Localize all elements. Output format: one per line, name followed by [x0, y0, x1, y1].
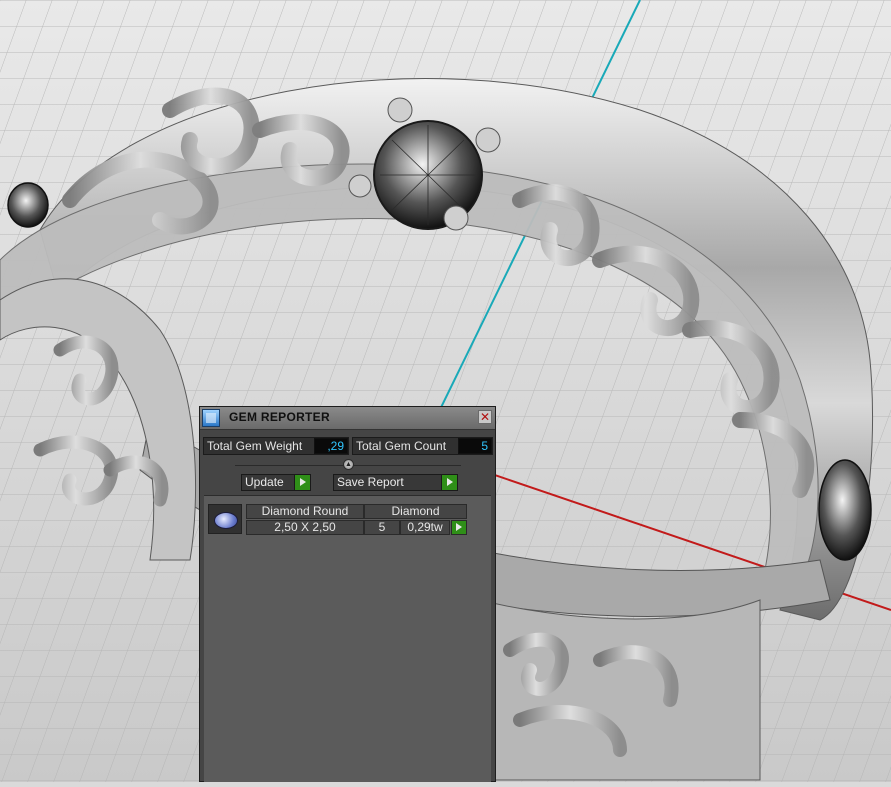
list-item[interactable]: Diamond Round Diamond 2,50 X 2,50 5 0,29…: [208, 503, 468, 537]
gem-material: Diamond: [364, 504, 467, 519]
gem-size: 2,50 X 2,50: [246, 520, 364, 535]
save-report-label: Save Report: [337, 475, 404, 489]
close-icon: ✕: [479, 410, 491, 424]
panel-titlebar[interactable]: GEM REPORTER ✕: [200, 407, 495, 430]
gem-reporter-icon: [202, 409, 220, 427]
splitter-knob-icon[interactable]: ▲: [343, 459, 354, 470]
gem-reporter-panel: GEM REPORTER ✕ Total Gem Weight ,29 Tota…: [199, 406, 496, 782]
gem-weight: 0,29tw: [400, 520, 450, 535]
panel-title: GEM REPORTER: [229, 410, 330, 424]
gem-row-action-button[interactable]: [451, 520, 467, 535]
gem-name: Diamond Round: [246, 504, 364, 519]
round-gem-icon: [208, 504, 242, 534]
update-label: Update: [245, 475, 284, 489]
total-gem-count-value: 5: [458, 438, 492, 454]
gem-count: 5: [364, 520, 400, 535]
save-report-button[interactable]: Save Report: [333, 474, 458, 491]
close-button[interactable]: ✕: [478, 410, 492, 424]
play-arrow-icon[interactable]: [294, 475, 310, 490]
play-arrow-icon: [456, 523, 462, 531]
play-arrow-icon[interactable]: [441, 475, 457, 490]
gem-list[interactable]: Diamond Round Diamond 2,50 X 2,50 5 0,29…: [204, 495, 491, 782]
update-button[interactable]: Update: [241, 474, 311, 491]
total-gem-weight-value: ,29: [314, 438, 348, 454]
